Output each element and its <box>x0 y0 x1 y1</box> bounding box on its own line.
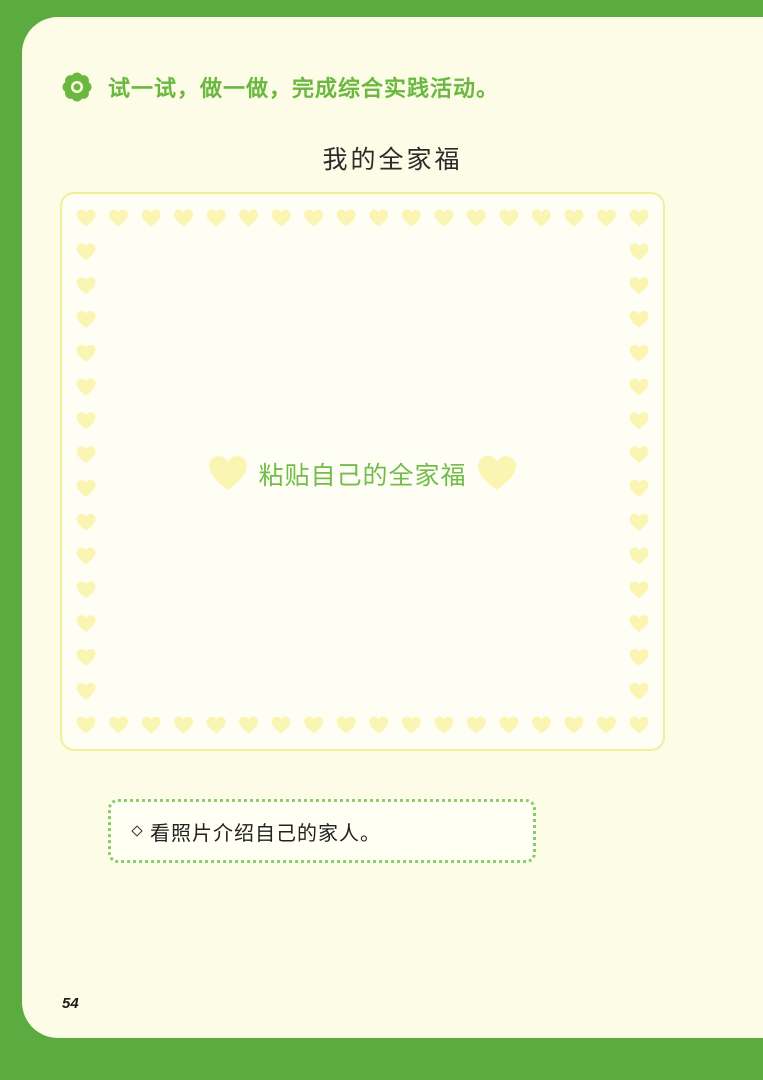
border-heart-icon <box>629 648 649 666</box>
border-heart-icon <box>629 581 649 599</box>
border-heart-icon <box>564 209 584 227</box>
border-heart-icon <box>76 615 96 633</box>
page-title: 我的全家福 <box>322 145 463 174</box>
border-heart-icon <box>629 209 649 227</box>
border-heart-icon <box>76 648 96 666</box>
border-heart-icon <box>76 682 96 700</box>
border-heart-icon <box>596 209 616 227</box>
border-heart-icon <box>271 209 291 227</box>
border-heart-icon <box>564 716 584 734</box>
border-heart-icon <box>76 277 96 295</box>
border-heart-icon <box>369 716 389 734</box>
border-heart-icon <box>206 209 226 227</box>
activity-header: 试一试，做一做，完成综合实践活动。 <box>62 67 499 107</box>
border-heart-icon <box>271 716 291 734</box>
border-heart-icon <box>434 716 454 734</box>
border-heart-icon <box>629 243 649 261</box>
textbook-page: 试一试，做一做，完成综合实践活动。 我的全家福 粘贴自己的全家福 看照片介绍自己… <box>22 17 763 1038</box>
border-heart-icon <box>401 209 421 227</box>
activity-instruction: 试一试，做一做，完成综合实践活动。 <box>108 77 500 102</box>
border-heart-icon <box>629 277 649 295</box>
border-heart-icon <box>629 716 649 734</box>
diamond-bullet-icon <box>131 825 143 837</box>
border-heart-icon <box>466 209 486 227</box>
border-heart-icon <box>76 547 96 565</box>
border-heart-icon <box>629 547 649 565</box>
border-heart-icon <box>401 716 421 734</box>
border-heart-icon <box>499 716 519 734</box>
border-heart-icon <box>596 716 616 734</box>
border-heart-icon <box>109 716 129 734</box>
border-heart-icon <box>239 209 259 227</box>
border-heart-icon <box>76 209 96 227</box>
border-heart-icon <box>466 716 486 734</box>
border-heart-icon <box>531 209 551 227</box>
border-heart-icon <box>239 716 259 734</box>
photo-paste-area: 粘贴自己的全家福 <box>60 192 665 751</box>
border-heart-icon <box>109 209 129 227</box>
border-heart-icon <box>336 209 356 227</box>
border-heart-icon <box>76 716 96 734</box>
heart-icon <box>209 456 248 490</box>
border-heart-icon <box>629 344 649 362</box>
task-box: 看照片介绍自己的家人。 <box>108 799 536 863</box>
border-heart-icon <box>174 209 194 227</box>
flower-icon <box>62 72 92 102</box>
task-text: 看照片介绍自己的家人。 <box>150 820 381 845</box>
border-heart-icon <box>629 378 649 396</box>
border-heart-icon <box>76 412 96 430</box>
border-heart-icon <box>629 412 649 430</box>
border-heart-icon <box>304 716 324 734</box>
border-heart-icon <box>76 344 96 362</box>
border-heart-icon <box>304 209 324 227</box>
border-heart-icon <box>76 513 96 531</box>
border-heart-icon <box>629 682 649 700</box>
border-heart-icon <box>629 310 649 328</box>
border-heart-icon <box>629 513 649 531</box>
page-number: 54 <box>62 995 79 1012</box>
border-heart-icon <box>499 209 519 227</box>
paste-photo-label: 粘贴自己的全家福 <box>258 461 467 490</box>
border-heart-icon <box>76 243 96 261</box>
border-heart-icon <box>76 581 96 599</box>
border-heart-icon <box>141 716 161 734</box>
border-heart-icon <box>369 209 389 227</box>
border-heart-icon <box>76 310 96 328</box>
border-heart-icon <box>531 716 551 734</box>
border-heart-icon <box>141 209 161 227</box>
border-heart-icon <box>76 378 96 396</box>
paste-label-row: 粘贴自己的全家福 <box>62 456 663 492</box>
border-heart-icon <box>434 209 454 227</box>
heart-icon <box>477 456 516 490</box>
border-heart-icon <box>206 716 226 734</box>
border-heart-icon <box>336 716 356 734</box>
border-heart-icon <box>174 716 194 734</box>
border-heart-icon <box>629 615 649 633</box>
